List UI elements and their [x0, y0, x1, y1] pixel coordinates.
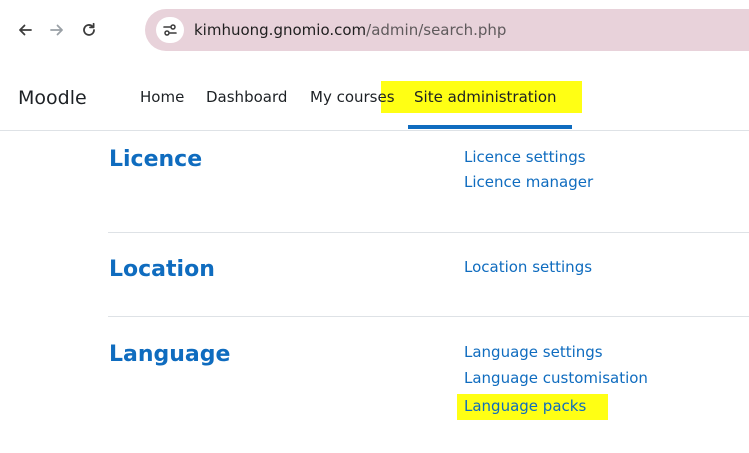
- site-info-icon[interactable]: [156, 17, 184, 43]
- active-tab-indicator: [408, 125, 572, 129]
- link-language-customisation[interactable]: Language customisation: [464, 368, 648, 388]
- forward-arrow-icon[interactable]: [47, 20, 67, 40]
- nav-item-dashboard[interactable]: Dashboard: [206, 87, 287, 107]
- site-brand[interactable]: Moodle: [18, 86, 87, 110]
- url-text[interactable]: kimhuong.gnomio.com/admin/search.php: [194, 20, 506, 40]
- nav-item-site-administration[interactable]: Site administration: [414, 87, 557, 107]
- address-bar[interactable]: kimhuong.gnomio.com/admin/search.php: [145, 9, 749, 51]
- reload-icon[interactable]: [79, 20, 99, 40]
- category-heading-language[interactable]: Language: [109, 341, 230, 369]
- link-language-packs[interactable]: Language packs: [464, 396, 586, 416]
- url-path: /admin/search.php: [366, 21, 507, 39]
- nav-item-home[interactable]: Home: [140, 87, 184, 107]
- category-heading-location[interactable]: Location: [109, 256, 215, 284]
- nav-item-my-courses[interactable]: My courses: [310, 87, 395, 107]
- section-divider: [108, 316, 749, 317]
- link-language-settings[interactable]: Language settings: [464, 342, 603, 362]
- back-arrow-icon[interactable]: [15, 20, 35, 40]
- category-heading-licence[interactable]: Licence: [109, 146, 202, 174]
- section-divider: [108, 232, 749, 233]
- site-header: Moodle Home Dashboard My courses Site ad…: [0, 59, 749, 131]
- link-licence-manager[interactable]: Licence manager: [464, 172, 593, 192]
- url-host: kimhuong.gnomio.com: [194, 21, 367, 39]
- browser-toolbar: kimhuong.gnomio.com/admin/search.php: [0, 0, 749, 59]
- link-location-settings[interactable]: Location settings: [464, 257, 592, 277]
- link-licence-settings[interactable]: Licence settings: [464, 147, 586, 167]
